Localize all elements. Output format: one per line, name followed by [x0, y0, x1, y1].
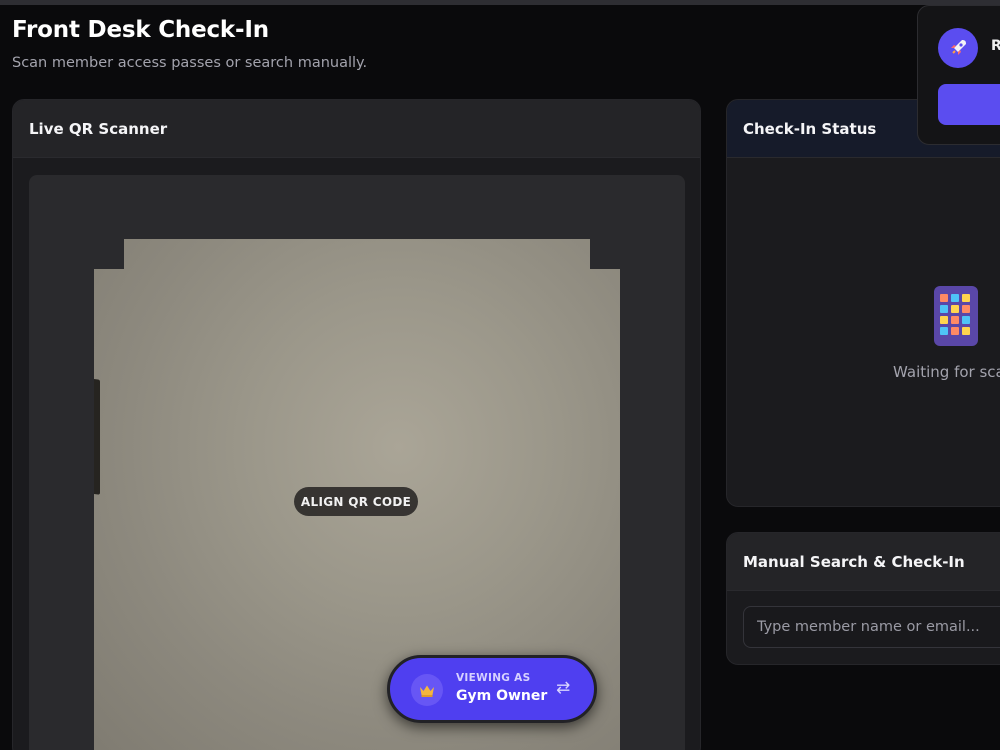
qr-scanner-title: Live QR Scanner [29, 120, 168, 138]
rocket-icon [938, 28, 978, 68]
check-in-status-title: Check-In Status [743, 120, 877, 138]
qr-scanner-header: Live QR Scanner [13, 100, 700, 158]
notification-toast: R [917, 5, 1000, 145]
viewing-as-role: Gym Owner [456, 688, 548, 704]
viewing-as-label: VIEWING AS [456, 672, 531, 684]
page-title: Front Desk Check-In [12, 17, 269, 43]
member-search-input[interactable] [743, 606, 1000, 648]
camera-shadow [94, 378, 100, 495]
viewing-as-role-switcher[interactable]: VIEWING AS Gym Owner ⇄ [387, 655, 597, 723]
waiting-status-text: Waiting for sca [893, 363, 1000, 381]
feed-corner-right [590, 239, 620, 269]
qr-scanner-panel: Live QR Scanner ALIGN QR CODE [12, 99, 701, 750]
crown-icon [411, 674, 443, 706]
page-subtitle: Scan member access passes or search manu… [12, 55, 368, 71]
switch-role-icon[interactable]: ⇄ [556, 678, 570, 698]
check-in-status-panel: Check-In Status Waiting for sca [726, 99, 1000, 507]
align-qr-hint: ALIGN QR CODE [294, 487, 418, 516]
tablet-grid-icon [934, 286, 978, 346]
manual-search-panel: Manual Search & Check-In [726, 532, 1000, 665]
feed-corner-left [94, 239, 124, 269]
manual-search-title: Manual Search & Check-In [743, 553, 965, 571]
toast-text: R [991, 38, 1000, 54]
manual-search-header: Manual Search & Check-In [727, 533, 1000, 591]
toast-action-button[interactable] [938, 84, 1000, 125]
window-top-border [0, 0, 1000, 5]
